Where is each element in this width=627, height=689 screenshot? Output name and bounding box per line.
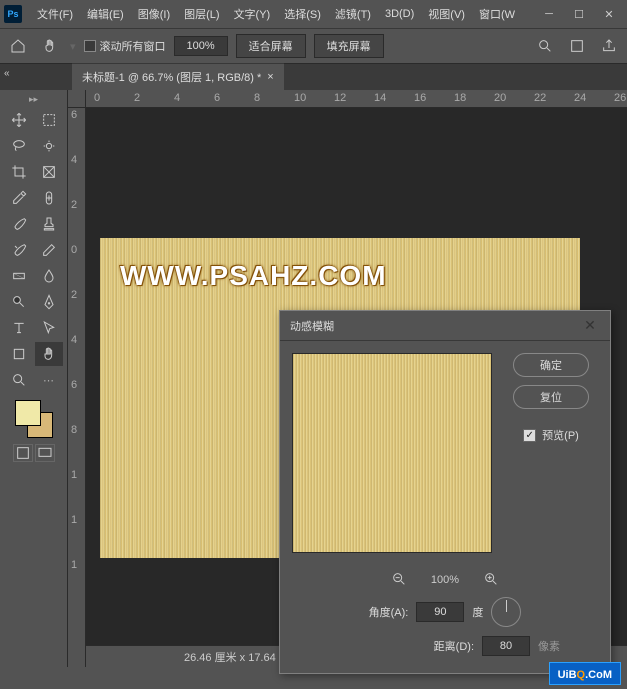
distance-unit: 像素 [538, 638, 560, 654]
stamp-tool[interactable] [35, 212, 63, 236]
menu-layer[interactable]: 图层(L) [177, 2, 226, 26]
screen-mode-icon[interactable] [35, 444, 55, 462]
scroll-all-label: 滚动所有窗口 [100, 38, 166, 54]
angle-label: 角度(A): [369, 604, 409, 620]
tool-panel: ▸▸ ⋯ [0, 90, 68, 667]
motion-blur-dialog: 动感模糊 ✕ 确定 复位 ✓预览(P) 100% 角度(A): 度 距离(D):… [279, 310, 611, 674]
hand-tool[interactable] [35, 342, 63, 366]
zoom-tool[interactable] [5, 368, 33, 392]
dialog-close-button[interactable]: ✕ [580, 316, 600, 336]
app-logo: Ps [4, 5, 22, 23]
document-tab[interactable]: 未标题-1 @ 66.7% (图层 1, RGB/8) * × [72, 63, 284, 90]
dialog-titlebar[interactable]: 动感模糊 ✕ [280, 311, 610, 341]
preview-checkbox[interactable]: ✓预览(P) [523, 427, 579, 443]
ruler-origin[interactable] [68, 90, 86, 108]
scroll-all-windows-checkbox[interactable]: 滚动所有窗口 [84, 38, 166, 54]
window-close-button[interactable]: ✕ [595, 4, 623, 24]
search-icon[interactable] [533, 34, 557, 58]
menu-image[interactable]: 图像(I) [131, 2, 177, 26]
edit-toolbar-icon[interactable]: ⋯ [35, 368, 63, 392]
menu-edit[interactable]: 编辑(E) [80, 2, 131, 26]
document-tabbar: « 未标题-1 @ 66.7% (图层 1, RGB/8) * × [0, 64, 627, 90]
brush-tool[interactable] [5, 212, 33, 236]
menu-view[interactable]: 视图(V) [421, 2, 472, 26]
distance-input[interactable] [482, 636, 530, 656]
eraser-tool[interactable] [35, 238, 63, 262]
foreground-color[interactable] [15, 400, 41, 426]
fill-screen-button[interactable]: 填充屏幕 [314, 34, 384, 58]
color-swatches[interactable] [15, 400, 53, 438]
marquee-tool[interactable] [35, 108, 63, 132]
type-tool[interactable] [5, 316, 33, 340]
pen-tool[interactable] [35, 290, 63, 314]
shape-tool[interactable] [5, 342, 33, 366]
menu-select[interactable]: 选择(S) [277, 2, 328, 26]
reset-button[interactable]: 复位 [513, 385, 589, 409]
menu-type[interactable]: 文字(Y) [227, 2, 278, 26]
menu-filter[interactable]: 滤镜(T) [328, 2, 378, 26]
menu-3d[interactable]: 3D(D) [378, 4, 421, 24]
page-brand-watermark: UiBQ.CoM [549, 662, 621, 685]
window-minimize-button[interactable]: ─ [535, 4, 563, 24]
healing-tool[interactable] [35, 186, 63, 210]
blur-tool[interactable] [35, 264, 63, 288]
lasso-tool[interactable] [5, 134, 33, 158]
distance-label: 距离(D): [434, 638, 474, 654]
angle-unit: 度 [472, 604, 483, 620]
move-tool[interactable] [5, 108, 33, 132]
fit-screen-button[interactable]: 适合屏幕 [236, 34, 306, 58]
expand-panels-icon[interactable]: « [4, 68, 10, 79]
eyedropper-tool[interactable] [5, 186, 33, 210]
ruler-horizontal[interactable]: 02 46 810 1214 1618 2022 2426 [86, 90, 627, 108]
home-icon[interactable] [6, 34, 30, 58]
ok-button[interactable]: 确定 [513, 353, 589, 377]
zoom-value-field[interactable]: 100% [174, 36, 228, 56]
angle-input[interactable] [416, 602, 464, 622]
crop-tool[interactable] [5, 160, 33, 184]
zoom-out-icon[interactable] [391, 571, 407, 590]
ruler-vertical[interactable]: 642 024 681 11 [68, 108, 86, 667]
angle-dial[interactable] [491, 597, 521, 627]
canvas-watermark-text: WWW.PSAHZ.COM [120, 260, 387, 292]
document-tab-close-icon[interactable]: × [267, 71, 273, 83]
history-brush-tool[interactable] [5, 238, 33, 262]
menu-window[interactable]: 窗口(W [472, 2, 522, 26]
quick-select-tool[interactable] [35, 134, 63, 158]
standard-mode-icon[interactable] [13, 444, 33, 462]
share-icon[interactable] [597, 34, 621, 58]
document-tab-title: 未标题-1 @ 66.7% (图层 1, RGB/8) * [82, 69, 261, 85]
hand-tool-icon[interactable] [38, 34, 62, 58]
dialog-title: 动感模糊 [290, 318, 334, 334]
frame-icon[interactable] [565, 34, 589, 58]
window-maximize-button[interactable]: ☐ [565, 4, 593, 24]
zoom-in-icon[interactable] [483, 571, 499, 590]
path-select-tool[interactable] [35, 316, 63, 340]
options-bar: ▾ 滚动所有窗口 100% 适合屏幕 填充屏幕 [0, 28, 627, 64]
dialog-preview[interactable] [292, 353, 492, 553]
menubar: Ps 文件(F) 编辑(E) 图像(I) 图层(L) 文字(Y) 选择(S) 滤… [0, 0, 627, 28]
menu-file[interactable]: 文件(F) [30, 2, 80, 26]
frame-tool[interactable] [35, 160, 63, 184]
preview-label: 预览(P) [542, 427, 579, 443]
dodge-tool[interactable] [5, 290, 33, 314]
preview-zoom-value: 100% [431, 574, 459, 586]
gradient-tool[interactable] [5, 264, 33, 288]
